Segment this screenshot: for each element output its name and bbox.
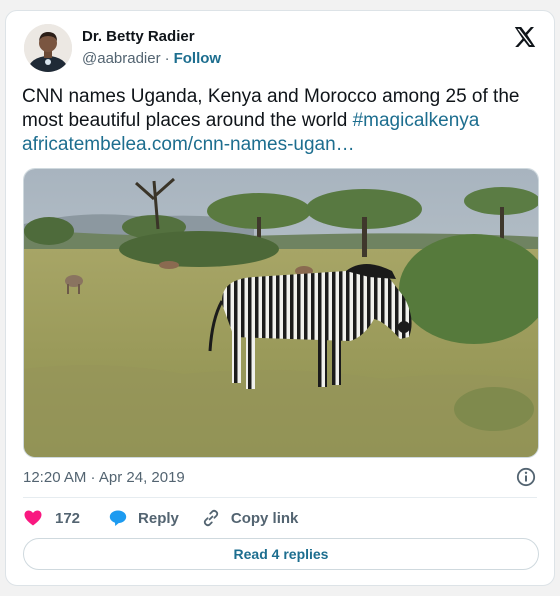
speech-bubble-icon xyxy=(109,510,127,526)
reply-label: Reply xyxy=(138,509,179,527)
tweet-text: CNN names Uganda, Kenya and Morocco amon… xyxy=(22,85,546,157)
divider xyxy=(23,497,537,498)
tweet-embed-card: Dr. Betty Radier @aabradier · Follow CNN n… xyxy=(5,10,555,586)
follow-button[interactable]: Follow xyxy=(174,50,222,67)
avatar-image xyxy=(24,24,72,72)
tweet-timestamp[interactable]: 12:20 AM · Apr 24, 2019 xyxy=(23,469,185,486)
copy-link-button[interactable]: Copy link xyxy=(201,508,299,528)
zebra-savanna-image xyxy=(24,169,538,457)
read-replies-button[interactable]: Read 4 replies xyxy=(23,538,539,570)
article-link[interactable]: africatembelea.com/cnn-names-ugan… xyxy=(22,134,355,155)
action-bar: 172 Reply Copy link xyxy=(23,507,298,529)
heart-icon xyxy=(24,510,42,526)
hashtag-link[interactable]: #magicalkenya xyxy=(353,110,480,131)
like-count: 172 xyxy=(55,509,81,527)
separator-dot: · xyxy=(164,50,170,67)
like-button[interactable]: 172 xyxy=(23,508,80,528)
author-name[interactable]: Dr. Betty Radier xyxy=(82,28,195,45)
author-handle-row: @aabradier · Follow xyxy=(82,50,221,67)
link-icon xyxy=(203,509,219,527)
reply-button[interactable]: Reply xyxy=(108,508,179,528)
copy-link-label: Copy link xyxy=(230,509,299,527)
tweet-photo[interactable] xyxy=(23,168,539,458)
x-logo-icon[interactable] xyxy=(512,25,536,49)
author-avatar[interactable] xyxy=(24,24,72,72)
info-icon[interactable] xyxy=(516,467,536,487)
author-handle[interactable]: @aabradier xyxy=(82,50,161,67)
